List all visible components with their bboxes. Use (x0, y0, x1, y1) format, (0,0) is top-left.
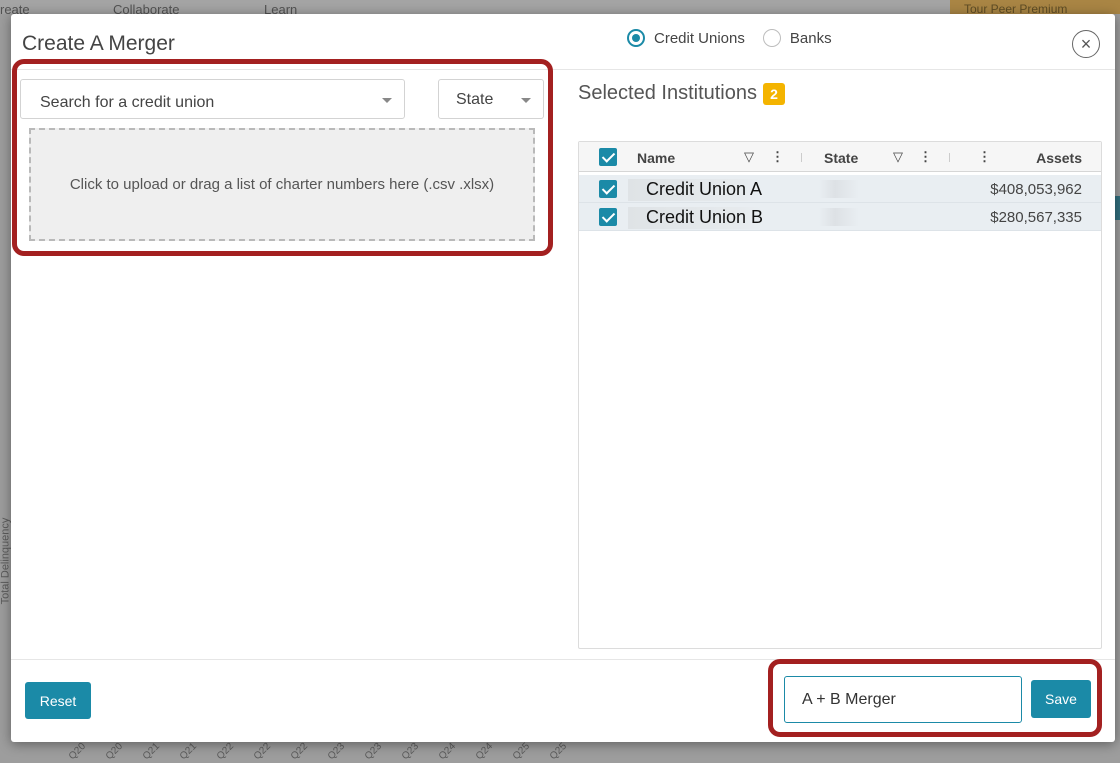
chevron-down-icon (521, 98, 531, 103)
create-merger-dialog: Create A Merger Credit Unions Banks × Se… (11, 14, 1115, 742)
state-filter-icon[interactable]: ▽ (893, 149, 903, 165)
table-row[interactable]: Credit Union A $408,053,962 (579, 175, 1101, 203)
selected-institutions-heading: Selected Institutions 2 (578, 82, 785, 105)
dialog-header: Create A Merger Credit Unions Banks × (11, 14, 1115, 70)
institution-type-radio-group: Credit Unions Banks (627, 29, 850, 47)
credit-union-search-select[interactable]: Search for a credit union (20, 79, 405, 119)
row-checkbox[interactable] (599, 180, 617, 198)
selected-count-badge: 2 (763, 82, 785, 105)
state-filter-label: State (456, 91, 494, 108)
column-header-assets[interactable]: Assets (1036, 150, 1082, 166)
institution-assets: $408,053,962 (990, 181, 1082, 198)
select-all-checkbox[interactable] (599, 148, 617, 166)
column-separator[interactable] (949, 153, 950, 162)
institution-state-redacted (819, 180, 859, 198)
name-filter-icon[interactable]: ▽ (744, 149, 754, 165)
selected-institutions-grid: Name ▽ ⋮ State ▽ ⋮ ⋮ Assets Credit Union… (578, 141, 1102, 649)
assets-column-menu-icon[interactable]: ⋮ (978, 149, 991, 165)
close-icon: × (1080, 34, 1092, 54)
banks-radio[interactable] (762, 29, 781, 47)
chevron-down-icon (382, 98, 392, 103)
close-button[interactable]: × (1072, 30, 1100, 58)
column-header-state[interactable]: State (824, 150, 858, 166)
reset-button[interactable]: Reset (25, 682, 91, 719)
credit-unions-radio-label[interactable]: Credit Unions (654, 30, 745, 47)
dropzone-instructions: Click to upload or drag a list of charte… (69, 176, 495, 193)
column-header-name[interactable]: Name (637, 150, 675, 166)
save-button[interactable]: Save (1031, 680, 1091, 718)
institution-name: Credit Union A (628, 179, 763, 201)
dialog-title: Create A Merger (22, 32, 175, 55)
charter-upload-dropzone[interactable]: Click to upload or drag a list of charte… (29, 128, 535, 241)
grid-header: Name ▽ ⋮ State ▽ ⋮ ⋮ Assets (579, 142, 1101, 172)
institution-assets: $280,567,335 (990, 209, 1082, 226)
institution-name: Credit Union B (628, 207, 764, 229)
selected-institutions-title: Selected Institutions (578, 82, 757, 104)
row-checkbox[interactable] (599, 208, 617, 226)
credit-unions-radio[interactable] (627, 29, 645, 47)
state-filter-select[interactable]: State (438, 79, 544, 119)
state-column-menu-icon[interactable]: ⋮ (919, 149, 932, 165)
banks-radio-label[interactable]: Banks (790, 30, 832, 47)
institution-state-redacted (819, 208, 859, 226)
table-row[interactable]: Credit Union B $280,567,335 (579, 203, 1101, 231)
name-column-menu-icon[interactable]: ⋮ (771, 149, 784, 165)
column-separator[interactable] (801, 153, 802, 162)
merger-name-input[interactable] (784, 676, 1022, 723)
credit-union-search-placeholder: Search for a credit union (40, 94, 215, 111)
